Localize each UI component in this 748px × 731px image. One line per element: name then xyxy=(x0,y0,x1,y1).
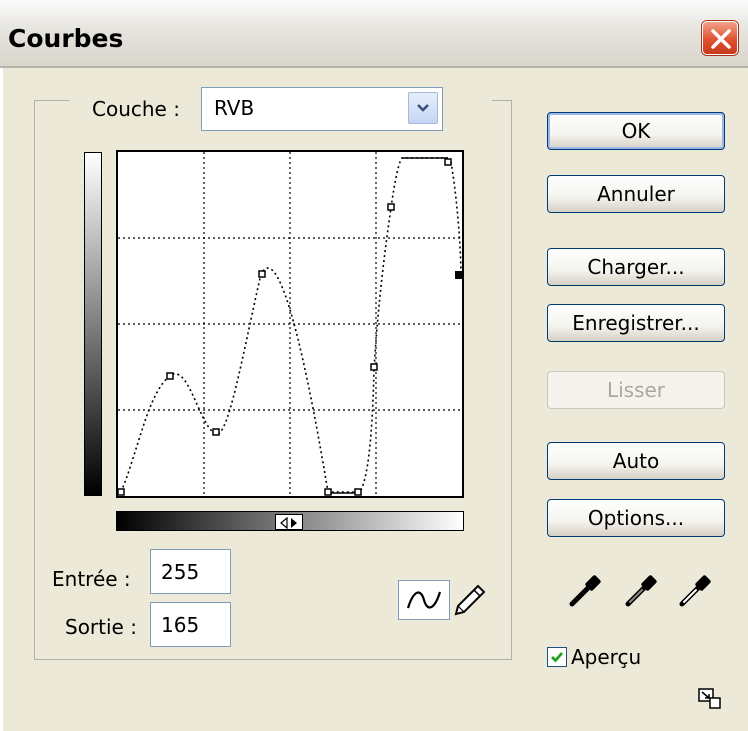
gray-eyedropper-icon[interactable] xyxy=(622,570,662,610)
curve-point[interactable] xyxy=(354,488,362,496)
curve-point[interactable] xyxy=(444,158,452,166)
curve-point[interactable] xyxy=(370,363,378,371)
channel-value: RVB xyxy=(214,96,255,120)
options-button[interactable]: Options... xyxy=(547,499,725,537)
selected-curve-point[interactable] xyxy=(455,271,462,279)
output-field[interactable]: 165 xyxy=(150,602,231,647)
curve-point[interactable] xyxy=(258,270,266,278)
white-eyedropper-icon[interactable] xyxy=(676,570,716,610)
curve-line-tail xyxy=(450,161,462,273)
curves-dialog: Courbes Couche : RVB Entrée: 255 Sortie… xyxy=(0,0,748,731)
checkmark-icon xyxy=(551,652,564,663)
swap-arrows-icon xyxy=(280,516,297,530)
curve-canvas[interactable] xyxy=(118,152,462,496)
curve-point[interactable] xyxy=(212,428,220,436)
curve-point[interactable] xyxy=(324,488,332,496)
channel-dropdown-button[interactable] xyxy=(408,92,438,124)
resize-icon[interactable] xyxy=(698,688,722,710)
curve-point[interactable] xyxy=(166,372,174,380)
cancel-button[interactable]: Annuler xyxy=(547,175,725,213)
channel-select[interactable]: RVB xyxy=(201,87,443,131)
close-button[interactable] xyxy=(702,21,738,55)
smooth-button[interactable]: Lisser xyxy=(547,371,725,409)
preview-label: Aperçu xyxy=(571,645,642,669)
gradient-toggle-button[interactable] xyxy=(275,514,303,530)
output-gradient-bar xyxy=(84,152,102,496)
input-gradient-bar xyxy=(116,511,464,531)
black-eyedropper-icon[interactable] xyxy=(566,570,606,610)
close-icon xyxy=(711,29,731,49)
curve-point[interactable] xyxy=(387,203,395,211)
auto-button[interactable]: Auto xyxy=(547,442,725,480)
window-title: Courbes xyxy=(8,24,124,53)
curve-tool-button[interactable] xyxy=(398,580,450,620)
channel-label: Couche : xyxy=(92,97,180,121)
pencil-icon[interactable] xyxy=(452,582,488,618)
curve-line xyxy=(120,157,448,493)
save-button[interactable]: Enregistrer... xyxy=(547,304,725,342)
curve-graph[interactable] xyxy=(116,150,464,498)
preview-checkbox[interactable] xyxy=(547,647,567,667)
ok-button[interactable]: OK xyxy=(547,112,725,150)
load-button[interactable]: Charger... xyxy=(547,248,725,286)
window-border xyxy=(0,68,3,731)
curve-point[interactable] xyxy=(118,488,125,496)
input-field[interactable]: 255 xyxy=(150,549,231,594)
chevron-down-icon xyxy=(417,104,429,112)
title-bar[interactable]: Courbes xyxy=(0,0,748,68)
input-label: Entrée : xyxy=(52,567,131,591)
output-label: Sortie : xyxy=(65,615,137,639)
curve-tool-icon xyxy=(406,591,442,609)
